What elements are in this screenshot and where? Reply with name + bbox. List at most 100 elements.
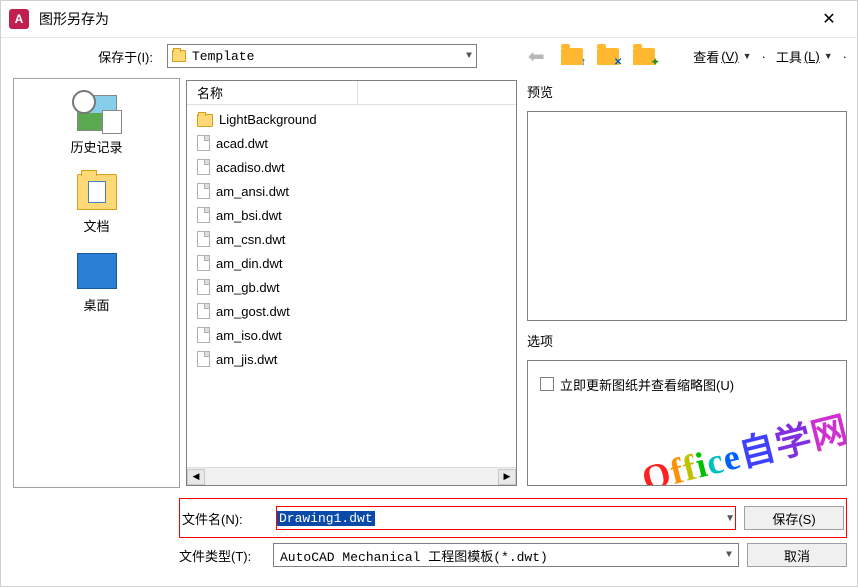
file-name: am_ansi.dwt (216, 184, 289, 199)
chevron-down-icon: ▼ (743, 51, 752, 61)
scroll-left-button[interactable]: ◀ (187, 469, 205, 485)
file-row[interactable]: LightBackground (187, 107, 516, 131)
column-header-name[interactable]: 名称 (187, 81, 516, 105)
file-row[interactable]: am_gost.dwt (187, 299, 516, 323)
file-row[interactable]: am_din.dwt (187, 251, 516, 275)
file-row[interactable]: am_iso.dwt (187, 323, 516, 347)
bottom-form: 文件名(N): Drawing1.dwt ▼ 保存(S) 文件类型(T): Au… (1, 492, 857, 586)
file-row[interactable]: acad.dwt (187, 131, 516, 155)
file-icon (197, 255, 210, 271)
filename-value: Drawing1.dwt (277, 511, 375, 526)
file-list: 名称 LightBackground acad.dwt acadiso.dwt am_… (186, 80, 517, 486)
file-row[interactable]: acadiso.dwt (187, 155, 516, 179)
filename-input[interactable]: Drawing1.dwt ▼ (276, 506, 736, 530)
file-name: am_bsi.dwt (216, 208, 282, 223)
scroll-right-button[interactable]: ▶ (498, 469, 516, 485)
update-thumbnail-option: 立即更新图纸并查看缩略图(U) (540, 375, 834, 394)
file-name: am_jis.dwt (216, 352, 277, 367)
chevron-down-icon: ▼ (466, 51, 472, 62)
cancel-button[interactable]: 取消 (747, 543, 847, 567)
file-row[interactable]: am_bsi.dwt (187, 203, 516, 227)
chevron-down-icon: ▼ (725, 513, 735, 524)
file-icon (197, 159, 210, 175)
file-name: am_iso.dwt (216, 328, 282, 343)
options-box: 立即更新图纸并查看缩略图(U) Office自学网 (527, 360, 847, 486)
folder-up-icon (561, 48, 583, 65)
folder-icon (172, 50, 186, 62)
file-icon (197, 183, 210, 199)
scroll-track[interactable] (205, 469, 498, 485)
sidebar-item-label: 文档 (83, 216, 109, 235)
filename-row: 文件名(N): Drawing1.dwt ▼ 保存(S) (182, 501, 844, 535)
history-icon (77, 95, 117, 131)
folder-delete-icon (597, 48, 619, 65)
main-area: 名称 LightBackground acad.dwt acadiso.dwt am_… (180, 74, 857, 492)
file-icon (197, 279, 210, 295)
file-name: am_din.dwt (216, 256, 282, 271)
file-name: acadiso.dwt (216, 160, 285, 175)
folder-new-icon (633, 48, 655, 65)
new-folder-button[interactable] (631, 43, 657, 69)
toolbar: 保存于(I): Template ▼ ⬅ 查看(V) ▼ · 工具(L) ▼ · (1, 38, 857, 74)
arrow-left-icon: ⬅ (528, 44, 545, 69)
checkbox-label: 立即更新图纸并查看缩略图(U) (560, 375, 734, 394)
filename-label: 文件名(N): (182, 509, 268, 528)
file-row[interactable]: am_csn.dwt (187, 227, 516, 251)
file-row[interactable]: am_ansi.dwt (187, 179, 516, 203)
folder-icon (197, 114, 213, 127)
sidebar-item-documents[interactable]: 文档 (14, 168, 179, 245)
preview-box (527, 111, 847, 321)
file-items: LightBackground acad.dwt acadiso.dwt am_ans… (187, 105, 516, 467)
location-value: Template (192, 49, 254, 64)
documents-icon (77, 174, 117, 210)
file-name: acad.dwt (216, 136, 268, 151)
file-name: am_csn.dwt (216, 232, 285, 247)
places-sidebar: 历史记录 文档 桌面 (13, 78, 180, 488)
desktop-icon (77, 253, 117, 289)
back-button[interactable]: ⬅ (523, 43, 549, 69)
filetype-dropdown[interactable]: AutoCAD Mechanical 工程图模板(*.dwt) ▼ (273, 543, 739, 567)
dialog-title: 图形另存为 (39, 9, 809, 29)
body: 历史记录 文档 桌面 名称 LightBackground acad.dwt aca… (1, 74, 857, 492)
tools-menu[interactable]: 工具(L) ▼ (772, 43, 837, 69)
file-icon (197, 135, 210, 151)
file-icon (197, 231, 210, 247)
filetype-label: 文件类型(T): (179, 546, 265, 565)
chevron-down-icon: ▼ (824, 51, 833, 61)
file-name: LightBackground (219, 112, 317, 127)
file-icon (197, 207, 210, 223)
file-name: am_gb.dwt (216, 280, 280, 295)
update-thumbnail-checkbox[interactable] (540, 377, 554, 391)
nav-buttons: ⬅ (523, 43, 657, 69)
sidebar-item-desktop[interactable]: 桌面 (14, 247, 179, 324)
file-icon (197, 351, 210, 367)
sidebar-item-history[interactable]: 历史记录 (14, 89, 179, 166)
delete-button[interactable] (595, 43, 621, 69)
preview-label: 预览 (527, 80, 847, 103)
titlebar: A 图形另存为 ✕ (1, 1, 857, 38)
file-name: am_gost.dwt (216, 304, 290, 319)
file-column: 名称 LightBackground acad.dwt acadiso.dwt am_… (186, 80, 517, 486)
sidebar-item-label: 桌面 (83, 295, 109, 314)
file-icon (197, 303, 210, 319)
filetype-row: 文件类型(T): AutoCAD Mechanical 工程图模板(*.dwt)… (179, 538, 847, 572)
save-button[interactable]: 保存(S) (744, 506, 844, 530)
filetype-value: AutoCAD Mechanical 工程图模板(*.dwt) (280, 546, 548, 565)
file-row[interactable]: am_jis.dwt (187, 347, 516, 371)
file-row[interactable]: am_gb.dwt (187, 275, 516, 299)
right-column: 预览 选项 立即更新图纸并查看缩略图(U) Office自学网 (527, 80, 847, 486)
horizontal-scrollbar[interactable]: ◀ ▶ (187, 467, 516, 485)
up-folder-button[interactable] (559, 43, 585, 69)
column-resize-handle[interactable] (357, 81, 358, 104)
view-menu[interactable]: 查看(V) ▼ (689, 43, 755, 69)
sidebar-item-label: 历史记录 (70, 137, 122, 156)
options-label: 选项 (527, 329, 847, 352)
save-in-label: 保存于(I): (1, 47, 161, 66)
file-icon (197, 327, 210, 343)
close-button[interactable]: ✕ (809, 4, 849, 34)
chevron-down-icon: ▼ (726, 550, 732, 561)
watermark: Office自学网 (636, 400, 847, 486)
app-icon: A (9, 9, 29, 29)
save-as-dialog: A 图形另存为 ✕ 保存于(I): Template ▼ ⬅ 查看(V) ▼ ·… (0, 0, 858, 587)
location-dropdown[interactable]: Template ▼ (167, 44, 477, 68)
